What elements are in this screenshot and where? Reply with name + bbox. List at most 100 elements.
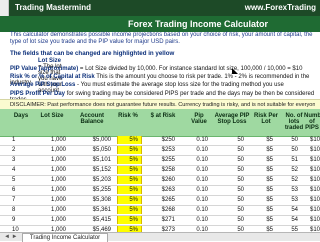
param-pip-value: PIP Value (approximate) = Lot Size divid…: [10, 66, 302, 72]
cell-lot-size: 1,000: [50, 167, 66, 173]
cell-risk-per-lot: $5: [266, 187, 273, 193]
cell-days: 8: [12, 207, 16, 213]
cell-at-risk: $253: [161, 147, 175, 153]
brand-left: Trading Mastermind: [9, 0, 150, 16]
cell-days: 6: [12, 187, 16, 193]
cell-risk[interactable]: 5%: [116, 207, 138, 213]
cell-balance: $5,152: [92, 167, 111, 173]
cell-balance: $5,000: [92, 137, 111, 143]
cell-risk[interactable]: 5%: [116, 187, 138, 193]
disclaimer-text: DISCLAIMER: Past performance does not gu…: [10, 102, 315, 108]
header-risk: Risk %: [118, 113, 138, 119]
cell-risk[interactable]: 5%: [116, 157, 138, 163]
cell-days: 1: [12, 137, 16, 143]
cell-pip-value: 0.10: [196, 207, 208, 213]
cell-days: 9: [12, 217, 16, 223]
cell-average-stop: 50: [237, 167, 244, 173]
cell-lot-size: 1,000: [50, 177, 66, 183]
table-row[interactable]: 7 1,000 $5,308 5% $265 0.10 50 $5 53 $10: [0, 196, 320, 206]
cell-at-risk: $250: [161, 137, 175, 143]
header-lot-size: Lot Size: [40, 113, 64, 119]
cell-no-lots: 52: [291, 177, 298, 183]
cell-lot-size: 1,000: [50, 157, 66, 163]
header-risk-per-lot: Risk Per Lot: [253, 113, 278, 125]
param-pip-value-text: = Lot Size divided by 10,000. For instan…: [79, 66, 303, 72]
cell-pip-value: 0.10: [196, 217, 208, 223]
cell-no-lots: 51: [291, 157, 298, 163]
cell-pip-value: 0.10: [196, 197, 208, 203]
cell-no-lots: 54: [291, 217, 298, 223]
cell-average-stop: 50: [237, 157, 244, 163]
cell-risk-per-lot: $5: [266, 147, 273, 153]
param-stop-loss: Average PIP Stop Loss - You must estimat…: [10, 82, 284, 88]
cell-balance: $5,361: [92, 207, 111, 213]
cell-number: $10: [309, 207, 320, 213]
cell-number: $10: [309, 197, 320, 203]
header-account-balance: Account Balance: [80, 113, 104, 125]
description-text: This calculator demonstrates possible in…: [10, 32, 313, 45]
cell-average-stop: 50: [237, 137, 244, 143]
cell-at-risk: $263: [161, 187, 175, 193]
table-row[interactable]: 8 1,000 $5,361 5% $268 0.10 50 $5 54 $10: [0, 206, 320, 216]
cell-risk-per-lot: $5: [266, 157, 273, 163]
cell-balance: $5,203: [92, 177, 111, 183]
header-pip-value: Pip Value: [191, 113, 207, 125]
cell-risk-per-lot: $5: [266, 207, 273, 213]
header-days: Days: [13, 113, 29, 119]
header-at-risk: $ at Risk: [150, 113, 176, 119]
param-stop-loss-label: Average PIP Stop Loss: [10, 82, 76, 88]
cell-pip-value: 0.10: [196, 167, 208, 173]
cell-number: $10: [309, 187, 320, 193]
cell-risk[interactable]: 5%: [116, 147, 138, 153]
cell-pip-value: 0.10: [196, 137, 208, 143]
editable-note: The fields that can be changed are highl…: [10, 50, 175, 57]
table-row[interactable]: 1 1,000 $5,000 5% $250 0.10 50 $5 50 $10: [0, 136, 320, 146]
mouse-pointer-icon: [232, 68, 238, 74]
table-row[interactable]: 6 1,000 $5,255 5% $263 0.10 50 $5 53 $10: [0, 186, 320, 196]
cell-balance: $5,308: [92, 197, 111, 203]
cell-risk[interactable]: 5%: [116, 197, 138, 203]
sheet-tab[interactable]: Trading Income Calculator: [22, 233, 108, 242]
table-row[interactable]: 9 1,000 $5,415 5% $271 0.10 50 $5 54 $10: [0, 216, 320, 226]
cell-lot-size: 1,000: [50, 197, 66, 203]
cell-no-lots: 52: [291, 167, 298, 173]
sheet-nav-icon[interactable]: ◄ ►: [4, 234, 18, 240]
cell-days: 3: [12, 157, 16, 163]
cell-risk[interactable]: 5%: [116, 137, 138, 143]
cell-average-stop: 50: [237, 207, 244, 213]
cell-average-stop: 50: [237, 187, 244, 193]
title-bar: Forex Trading Income Calculator: [0, 16, 320, 32]
cell-number: $10: [309, 177, 320, 183]
table-row[interactable]: 5 1,000 $5,203 5% $260 0.10 50 $5 52 $10: [0, 176, 320, 186]
table-row[interactable]: 2 1,000 $5,050 5% $253 0.10 50 $5 50 $10: [0, 146, 320, 156]
table-row[interactable]: 3 1,000 $5,101 5% $255 0.10 50 $5 51 $10: [0, 156, 320, 166]
cell-at-risk: $268: [161, 207, 175, 213]
cell-at-risk: $271: [161, 217, 175, 223]
cell-lot-size: 1,000: [50, 187, 66, 193]
cell-days: 5: [12, 177, 16, 183]
cell-at-risk: $260: [161, 177, 175, 183]
cell-average-stop: 50: [237, 217, 244, 223]
calculator-title: Forex Trading Income Calculator: [128, 19, 269, 29]
cell-days: 4: [12, 167, 16, 173]
param-pip-value-label: PIP Value (approximate): [10, 66, 79, 72]
cell-risk[interactable]: 5%: [116, 167, 138, 173]
cell-balance: $5,415: [92, 217, 111, 223]
cell-risk-per-lot: $5: [266, 197, 273, 203]
cell-balance: $5,255: [92, 187, 111, 193]
row-header-cell: [0, 0, 9, 16]
cell-risk-per-lot: $5: [266, 167, 273, 173]
data-grid: 1 1,000 $5,000 5% $250 0.10 50 $5 50 $10…: [0, 136, 320, 236]
cell-number: $10: [309, 147, 320, 153]
cell-no-lots: 53: [291, 187, 298, 193]
cell-balance: $5,101: [92, 157, 111, 163]
cell-risk[interactable]: 5%: [116, 217, 138, 223]
cell-average-stop: 50: [237, 197, 244, 203]
cell-pip-value: 0.10: [196, 177, 208, 183]
cell-no-lots: 50: [291, 147, 298, 153]
cell-average-stop: 50: [237, 177, 244, 183]
table-row[interactable]: 4 1,000 $5,152 5% $258 0.10 50 $5 52 $10: [0, 166, 320, 176]
cell-number: $10: [309, 217, 320, 223]
cell-risk[interactable]: 5%: [116, 177, 138, 183]
cell-no-lots: 54: [291, 207, 298, 213]
